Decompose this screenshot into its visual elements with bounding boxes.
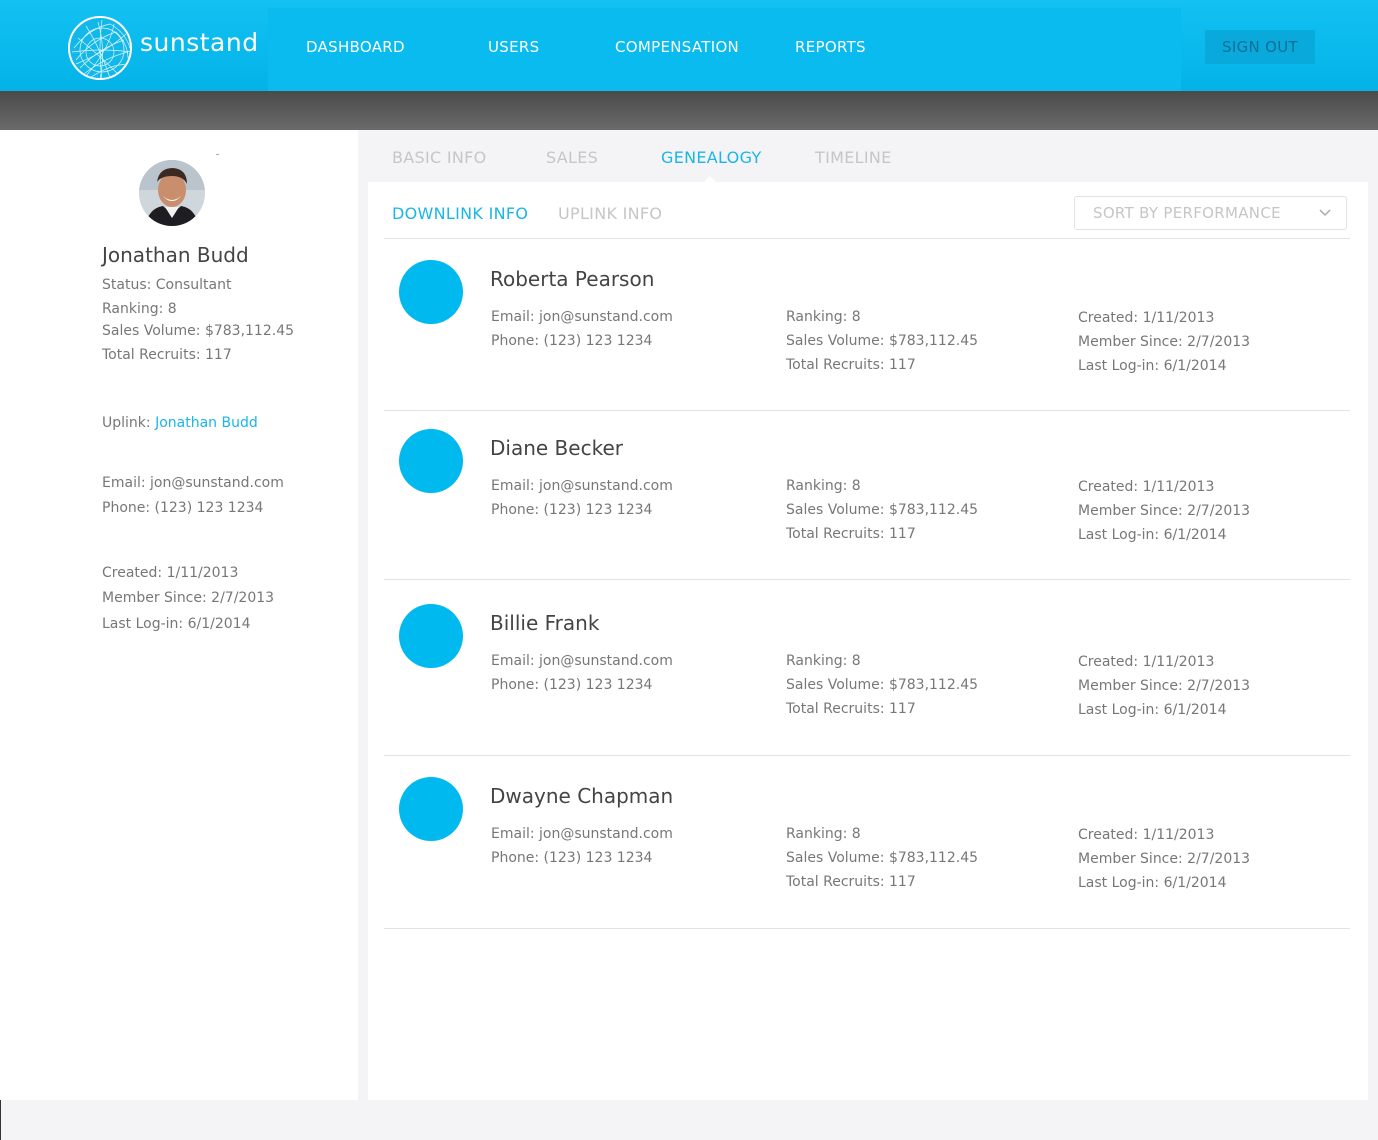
nav-dashboard[interactable]: DASHBOARD <box>306 38 405 56</box>
nav-compensation[interactable]: COMPENSATION <box>615 38 739 56</box>
downlink-total-recruits: Total Recruits: 117 <box>786 357 916 373</box>
profile-member-since: Member Since: 2/7/2013 <box>102 590 275 606</box>
window-edge <box>0 1100 1 1140</box>
downlink-created: Created: 1/11/2013 <box>1078 827 1215 843</box>
downlink-member-since: Member Since: 2/7/2013 <box>1078 678 1251 694</box>
downlink-total-recruits: Total Recruits: 117 <box>786 874 916 890</box>
user-avatar-placeholder <box>399 260 463 324</box>
downlink-ranking: Ranking: 8 <box>786 309 861 325</box>
downlink-email: Email: jon@sunstand.com <box>491 826 673 842</box>
profile-status: Status: Consultant <box>102 277 232 293</box>
profile-ranking: Ranking: 8 <box>102 301 177 317</box>
divider <box>384 579 1350 580</box>
downlink-phone: Phone: (123) 123 1234 <box>491 850 653 866</box>
downlink-email: Email: jon@sunstand.com <box>491 309 673 325</box>
top-navigation-bar: sunstand DASHBOARD USERS COMPENSATION RE… <box>0 0 1378 91</box>
downlink-email: Email: jon@sunstand.com <box>491 653 673 669</box>
downlink-member-since: Member Since: 2/7/2013 <box>1078 503 1251 519</box>
divider <box>384 238 1350 239</box>
downlink-total-recruits: Total Recruits: 117 <box>786 526 916 542</box>
downlink-sales-volume: Sales Volume: $783,112.45 <box>786 677 979 693</box>
divider <box>384 928 1350 929</box>
profile-phone: Phone: (123) 123 1234 <box>102 500 264 516</box>
downlink-phone: Phone: (123) 123 1234 <box>491 333 653 349</box>
downlink-member-since: Member Since: 2/7/2013 <box>1078 334 1251 350</box>
downlink-email: Email: jon@sunstand.com <box>491 478 673 494</box>
downlink-member-since: Member Since: 2/7/2013 <box>1078 851 1251 867</box>
active-tab-pointer <box>703 176 717 183</box>
downlink-last-login: Last Log-in: 6/1/2014 <box>1078 875 1227 891</box>
downlink-created: Created: 1/11/2013 <box>1078 479 1215 495</box>
sort-dropdown[interactable]: SORT BY PERFORMANCE <box>1074 196 1347 230</box>
tab-timeline[interactable]: TIMELINE <box>815 148 892 167</box>
profile-tabs: BASIC INFO SALES GENEALOGY TIMELINE <box>358 130 1378 182</box>
uplink-label: Uplink: <box>102 415 156 431</box>
tab-genealogy[interactable]: GENEALOGY <box>661 148 762 167</box>
user-avatar-placeholder <box>399 429 463 493</box>
nav-reports[interactable]: REPORTS <box>795 38 866 56</box>
profile-sidebar: Jonathan Budd Status: Consultant Ranking… <box>0 130 358 1100</box>
downlink-ranking: Ranking: 8 <box>786 826 861 842</box>
profile-last-login: Last Log-in: 6/1/2014 <box>102 616 251 632</box>
sign-out-button[interactable]: SIGN OUT <box>1205 30 1315 64</box>
downlink-name[interactable]: Roberta Pearson <box>490 267 654 291</box>
downlink-last-login: Last Log-in: 6/1/2014 <box>1078 527 1227 543</box>
downlink-created: Created: 1/11/2013 <box>1078 310 1215 326</box>
profile-total-recruits: Total Recruits: 117 <box>102 347 232 363</box>
brand-name: sunstand <box>140 28 259 57</box>
downlink-ranking: Ranking: 8 <box>786 478 861 494</box>
subtab-downlink-info[interactable]: DOWNLINK INFO <box>392 204 528 223</box>
chevron-down-icon <box>1318 206 1332 224</box>
downlink-last-login: Last Log-in: 6/1/2014 <box>1078 358 1227 374</box>
downlink-phone: Phone: (123) 123 1234 <box>491 677 653 693</box>
divider <box>384 410 1350 411</box>
page-footer-area <box>0 1100 1378 1140</box>
profile-sales-volume: Sales Volume: $783,112.45 <box>102 323 295 339</box>
downlink-phone: Phone: (123) 123 1234 <box>491 502 653 518</box>
uplink-link[interactable]: Jonathan Budd <box>155 415 258 431</box>
profile-uplink: Uplink: Jonathan Budd <box>102 415 258 431</box>
downlink-name[interactable]: Diane Becker <box>490 436 623 460</box>
downlink-sales-volume: Sales Volume: $783,112.45 <box>786 850 979 866</box>
divider <box>216 154 219 155</box>
downlink-created: Created: 1/11/2013 <box>1078 654 1215 670</box>
downlink-sales-volume: Sales Volume: $783,112.45 <box>786 502 979 518</box>
header-shadow-band <box>0 91 1378 130</box>
divider <box>384 755 1350 756</box>
subtab-uplink-info[interactable]: UPLINK INFO <box>558 204 662 223</box>
profile-email: Email: jon@sunstand.com <box>102 475 284 491</box>
tab-basic-info[interactable]: BASIC INFO <box>392 148 487 167</box>
sort-label: SORT BY PERFORMANCE <box>1093 204 1281 222</box>
profile-created: Created: 1/11/2013 <box>102 565 239 581</box>
profile-name: Jonathan Budd <box>102 243 249 267</box>
nav-users[interactable]: USERS <box>488 38 539 56</box>
downlink-name[interactable]: Dwayne Chapman <box>490 784 673 808</box>
downlink-total-recruits: Total Recruits: 117 <box>786 701 916 717</box>
avatar <box>139 160 205 226</box>
downlink-ranking: Ranking: 8 <box>786 653 861 669</box>
tab-sales[interactable]: SALES <box>546 148 598 167</box>
sunstand-logo-icon[interactable] <box>68 16 132 80</box>
user-avatar-placeholder <box>399 604 463 668</box>
downlink-name[interactable]: Billie Frank <box>490 611 599 635</box>
downlink-last-login: Last Log-in: 6/1/2014 <box>1078 702 1227 718</box>
user-avatar-placeholder <box>399 777 463 841</box>
downlink-sales-volume: Sales Volume: $783,112.45 <box>786 333 979 349</box>
genealogy-panel: DOWNLINK INFO UPLINK INFO SORT BY PERFOR… <box>368 182 1368 1100</box>
